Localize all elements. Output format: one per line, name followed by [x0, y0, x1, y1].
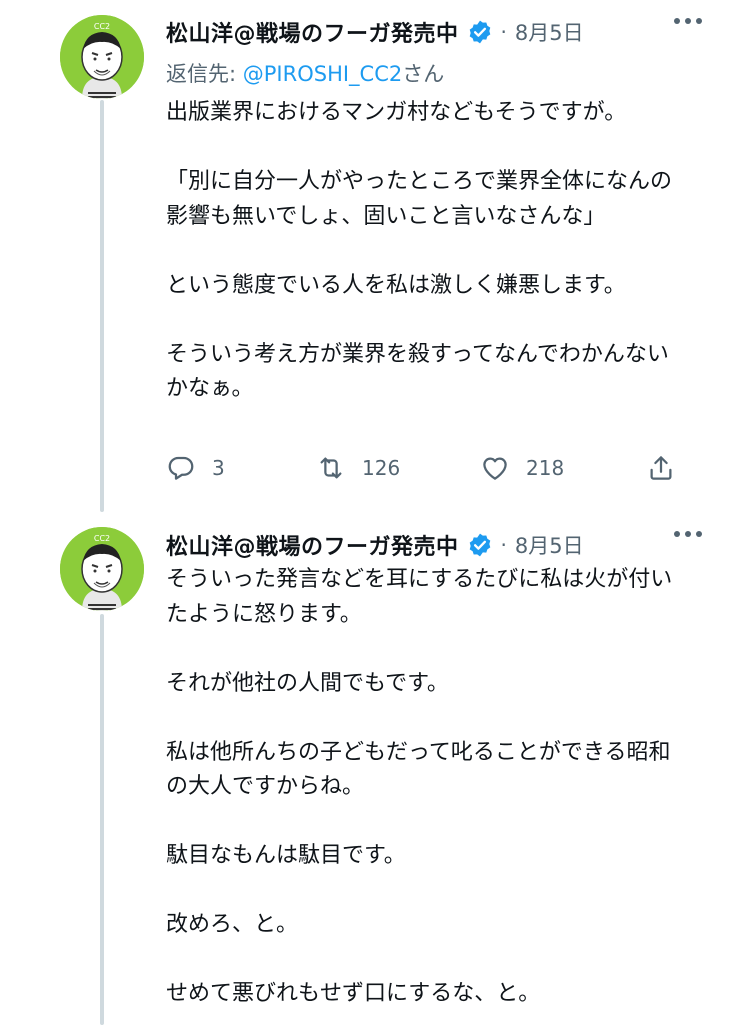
tweet-header: 松山洋@戦場のフーガ発売中 · 8月5日 — [166, 12, 750, 52]
tweet-header: 松山洋@戦場のフーガ発売中 · 8月5日 — [166, 525, 750, 565]
tweet-paragraph: そういう考え方が業界を殺すってなんでわかんないかなぁ。 — [166, 341, 669, 402]
reply-prefix: 返信先: — [166, 62, 243, 86]
tweet-paragraph: という態度でいる人を私は激しく嫌悪します。 — [166, 272, 626, 298]
tweet-paragraph: 私は他所んちの子どもだって叱ることができる昭和の大人ですからね。 — [166, 739, 671, 800]
reply-button[interactable]: 3 — [166, 453, 225, 483]
reply-count: 3 — [212, 456, 225, 480]
verified-icon — [467, 19, 493, 45]
share-button[interactable] — [646, 453, 676, 483]
retweet-icon — [320, 457, 342, 479]
separator-dot: · — [500, 20, 507, 44]
retweet-count: 126 — [362, 456, 401, 480]
tweet-text: 出版業界におけるマンガ村などもそうですが。 「別に自分一人がやったところで業界全… — [166, 96, 686, 407]
tweet-paragraph: それが他社の人間でもです。 — [166, 670, 449, 696]
more-icon[interactable] — [674, 18, 702, 24]
avatar-illustration: CC2 — [60, 527, 144, 611]
tweet-paragraph: 出版業界におけるマンガ村などもそうですが。 — [166, 100, 627, 125]
share-icon — [650, 456, 672, 480]
reply-icon — [168, 456, 194, 480]
like-icon — [483, 457, 507, 480]
like-count: 218 — [526, 456, 565, 480]
tweet-paragraph: 駄目なもんは駄目です。 — [166, 843, 406, 868]
avatar[interactable]: CC2 — [60, 527, 144, 611]
tweet-date[interactable]: 8月5日 — [515, 530, 584, 560]
svg-text:CC2: CC2 — [94, 22, 110, 31]
reply-to-line: 返信先: @PIROSHI_CC2さん — [166, 58, 444, 88]
verified-icon — [467, 532, 493, 558]
tweet-paragraph: せめて悪びれもせず口にするな、と。 — [166, 981, 541, 1006]
author-name[interactable]: 松山洋@戦場のフーガ発売中 — [166, 529, 459, 561]
reply-handle-link[interactable]: @PIROSHI_CC2 — [243, 62, 402, 86]
tweet[interactable]: CC2 松山洋@戦場のフーガ発売中 · 8月5日 返信先: @PIROSHI_C… — [0, 0, 750, 515]
tweet[interactable]: CC2 松山洋@戦場のフーガ発売中 · 8月5日 そういった発言などを耳にするた… — [0, 515, 750, 1025]
retweet-button[interactable]: 126 — [316, 453, 400, 483]
avatar-illustration: CC2 — [60, 15, 144, 99]
separator-dot: · — [500, 533, 507, 557]
more-icon[interactable] — [674, 531, 702, 537]
like-button[interactable]: 218 — [480, 453, 564, 483]
author-name[interactable]: 松山洋@戦場のフーガ発売中 — [166, 16, 459, 48]
tweet-actions: 3 126 218 — [166, 453, 686, 493]
tweet-paragraph: そういった発言などを耳にするたびに私は火が付いたように怒ります。 — [166, 567, 673, 627]
tweet-date[interactable]: 8月5日 — [515, 17, 584, 47]
tweet-text: そういった発言などを耳にするたびに私は火が付いたように怒ります。 それが他社の人… — [166, 563, 686, 1012]
tweet-paragraph: 「別に自分一人がやったところで業界全体になんの影響も無いでしょ、固いこと言いなさ… — [166, 169, 673, 229]
reply-suffix: さん — [402, 62, 445, 86]
svg-text:CC2: CC2 — [94, 534, 110, 543]
avatar[interactable]: CC2 — [60, 15, 144, 99]
tweet-paragraph: 改めろ、と。 — [166, 912, 299, 937]
